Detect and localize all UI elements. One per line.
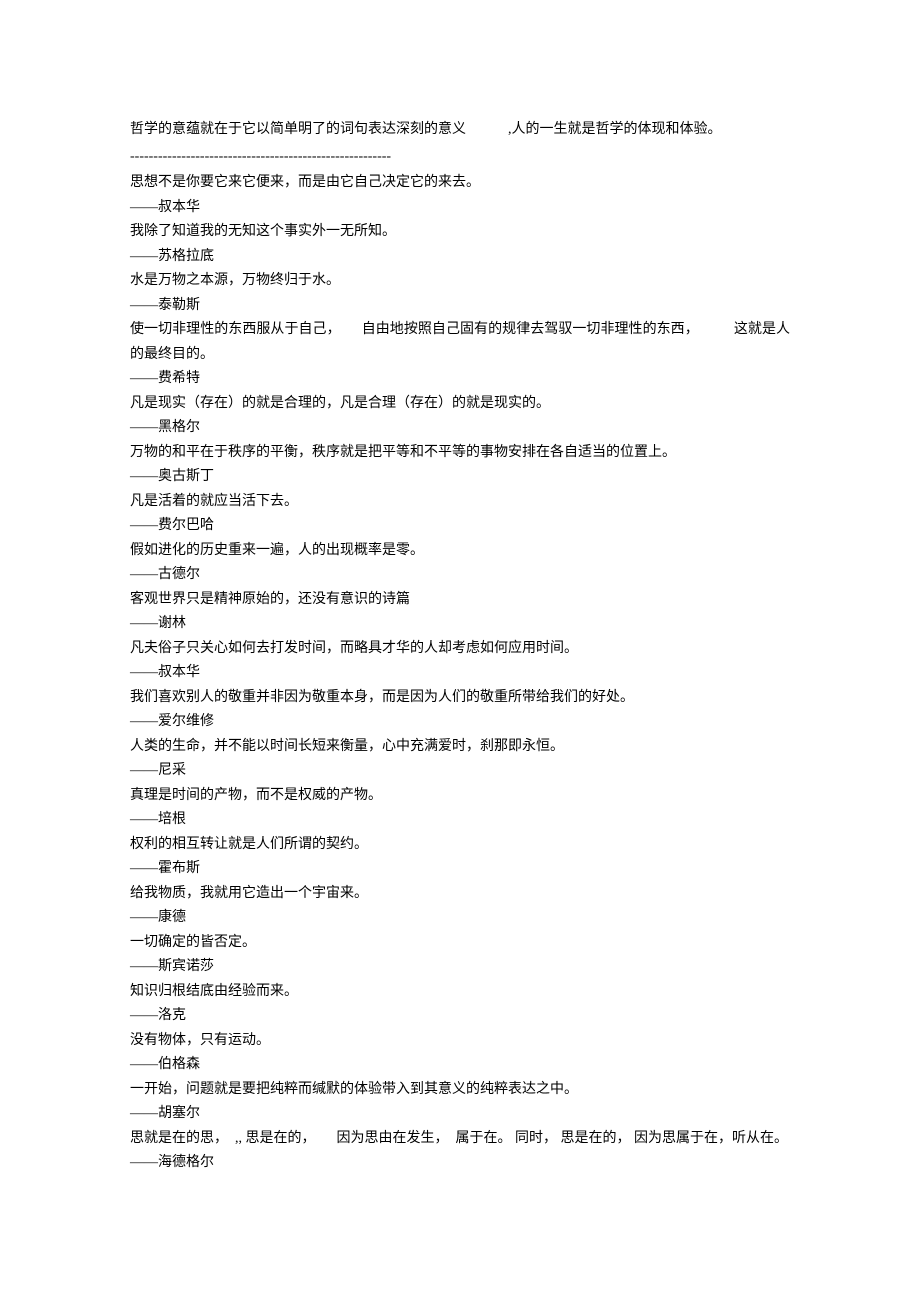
quote-text: 一切确定的皆否定。: [130, 931, 790, 956]
quote-text: 凡是现实（存在）的就是合理的，凡是合理（存在）的就是现实的。: [130, 392, 790, 417]
quote-author: ——泰勒斯: [130, 294, 790, 319]
quote-block: 思就是在的思， ,, 思是在的， 因为思由在发生， 属于在。 同时， 思是在的，…: [130, 1127, 790, 1176]
quote-block: 假如进化的历史重来一遍，人的出现概率是零。——古德尔: [130, 539, 790, 588]
quote-author: ——伯格森: [130, 1053, 790, 1078]
quote-text: 我们喜欢别人的敬重并非因为敬重本身，而是因为人们的敬重所带给我们的好处。: [130, 686, 790, 711]
quote-block: 没有物体，只有运动。——伯格森: [130, 1029, 790, 1078]
quote-block: 给我物质，我就用它造出一个宇宙来。——康德: [130, 882, 790, 931]
quote-text: 水是万物之本源，万物终归于水。: [130, 269, 790, 294]
quote-author: ——费希特: [130, 367, 790, 392]
quote-text: 假如进化的历史重来一遍，人的出现概率是零。: [130, 539, 790, 564]
quote-text: 人类的生命，并不能以时间长短来衡量，心中充满爱时，刹那即永恒。: [130, 735, 790, 760]
quote-text: 知识归根结底由经验而来。: [130, 980, 790, 1005]
quote-text: 一开始，问题就是要把纯粹而缄默的体验带入到其意义的纯粹表达之中。: [130, 1078, 790, 1103]
intro-text: 哲学的意蕴就在于它以简单明了的词句表达深刻的意义 ,人的一生就是哲学的体现和体验…: [130, 118, 790, 143]
quote-text: 我除了知道我的无知这个事实外一无所知。: [130, 220, 790, 245]
quote-block: 一切确定的皆否定。——斯宾诺莎: [130, 931, 790, 980]
document-page: 哲学的意蕴就在于它以简单明了的词句表达深刻的意义 ,人的一生就是哲学的体现和体验…: [0, 0, 920, 1303]
quote-text: 客观世界只是精神原始的，还没有意识的诗篇: [130, 588, 790, 613]
quote-author: ——奥古斯丁: [130, 465, 790, 490]
quote-block: 使一切非理性的东西服从于自己， 自由地按照自己固有的规律去驾驭一切非理性的东西，…: [130, 318, 790, 392]
quote-block: 我除了知道我的无知这个事实外一无所知。——苏格拉底: [130, 220, 790, 269]
quote-text: 给我物质，我就用它造出一个宇宙来。: [130, 882, 790, 907]
quote-block: 真理是时间的产物，而不是权威的产物。——培根: [130, 784, 790, 833]
quote-author: ——费尔巴哈: [130, 514, 790, 539]
quote-author: ——康德: [130, 906, 790, 931]
quote-author: ——黑格尔: [130, 416, 790, 441]
quote-text: 没有物体，只有运动。: [130, 1029, 790, 1054]
quote-block: 凡是现实（存在）的就是合理的，凡是合理（存在）的就是现实的。——黑格尔: [130, 392, 790, 441]
quote-author: ——苏格拉底: [130, 245, 790, 270]
quote-block: 我们喜欢别人的敬重并非因为敬重本身，而是因为人们的敬重所带给我们的好处。——爱尔…: [130, 686, 790, 735]
quote-block: 权利的相互转让就是人们所谓的契约。——霍布斯: [130, 833, 790, 882]
quote-author: ——洛克: [130, 1004, 790, 1029]
quote-author: ——霍布斯: [130, 857, 790, 882]
quote-text: 凡是活着的就应当活下去。: [130, 490, 790, 515]
quote-block: 思想不是你要它来它便来，而是由它自己决定它的来去。——叔本华: [130, 171, 790, 220]
quote-author: ——斯宾诺莎: [130, 955, 790, 980]
quote-author: ——海德格尔: [130, 1151, 790, 1176]
quotes-list: 思想不是你要它来它便来，而是由它自己决定它的来去。——叔本华我除了知道我的无知这…: [130, 171, 790, 1176]
quote-text: 思想不是你要它来它便来，而是由它自己决定它的来去。: [130, 171, 790, 196]
quote-author: ——胡塞尔: [130, 1102, 790, 1127]
quote-text: 凡夫俗子只关心如何去打发时间，而略具才华的人却考虑如何应用时间。: [130, 637, 790, 662]
quote-text: 使一切非理性的东西服从于自己， 自由地按照自己固有的规律去驾驭一切非理性的东西，…: [130, 318, 790, 367]
quote-text: 思就是在的思， ,, 思是在的， 因为思由在发生， 属于在。 同时， 思是在的，…: [130, 1127, 790, 1152]
quote-text: 万物的和平在于秩序的平衡，秩序就是把平等和不平等的事物安排在各自适当的位置上。: [130, 441, 790, 466]
quote-block: 万物的和平在于秩序的平衡，秩序就是把平等和不平等的事物安排在各自适当的位置上。—…: [130, 441, 790, 490]
quote-author: ——古德尔: [130, 563, 790, 588]
quote-block: 人类的生命，并不能以时间长短来衡量，心中充满爱时，刹那即永恒。——尼采: [130, 735, 790, 784]
quote-author: ——叔本华: [130, 661, 790, 686]
quote-block: 凡夫俗子只关心如何去打发时间，而略具才华的人却考虑如何应用时间。——叔本华: [130, 637, 790, 686]
quote-block: 水是万物之本源，万物终归于水。——泰勒斯: [130, 269, 790, 318]
quote-text: 权利的相互转让就是人们所谓的契约。: [130, 833, 790, 858]
quote-block: 一开始，问题就是要把纯粹而缄默的体验带入到其意义的纯粹表达之中。——胡塞尔: [130, 1078, 790, 1127]
quote-block: 客观世界只是精神原始的，还没有意识的诗篇——谢林: [130, 588, 790, 637]
quote-author: ——培根: [130, 808, 790, 833]
divider-line: ----------------------------------------…: [130, 145, 790, 170]
quote-block: 知识归根结底由经验而来。——洛克: [130, 980, 790, 1029]
quote-block: 凡是活着的就应当活下去。——费尔巴哈: [130, 490, 790, 539]
quote-text: 真理是时间的产物，而不是权威的产物。: [130, 784, 790, 809]
quote-author: ——谢林: [130, 612, 790, 637]
quote-author: ——爱尔维修: [130, 710, 790, 735]
quote-author: ——尼采: [130, 759, 790, 784]
quote-author: ——叔本华: [130, 196, 790, 221]
